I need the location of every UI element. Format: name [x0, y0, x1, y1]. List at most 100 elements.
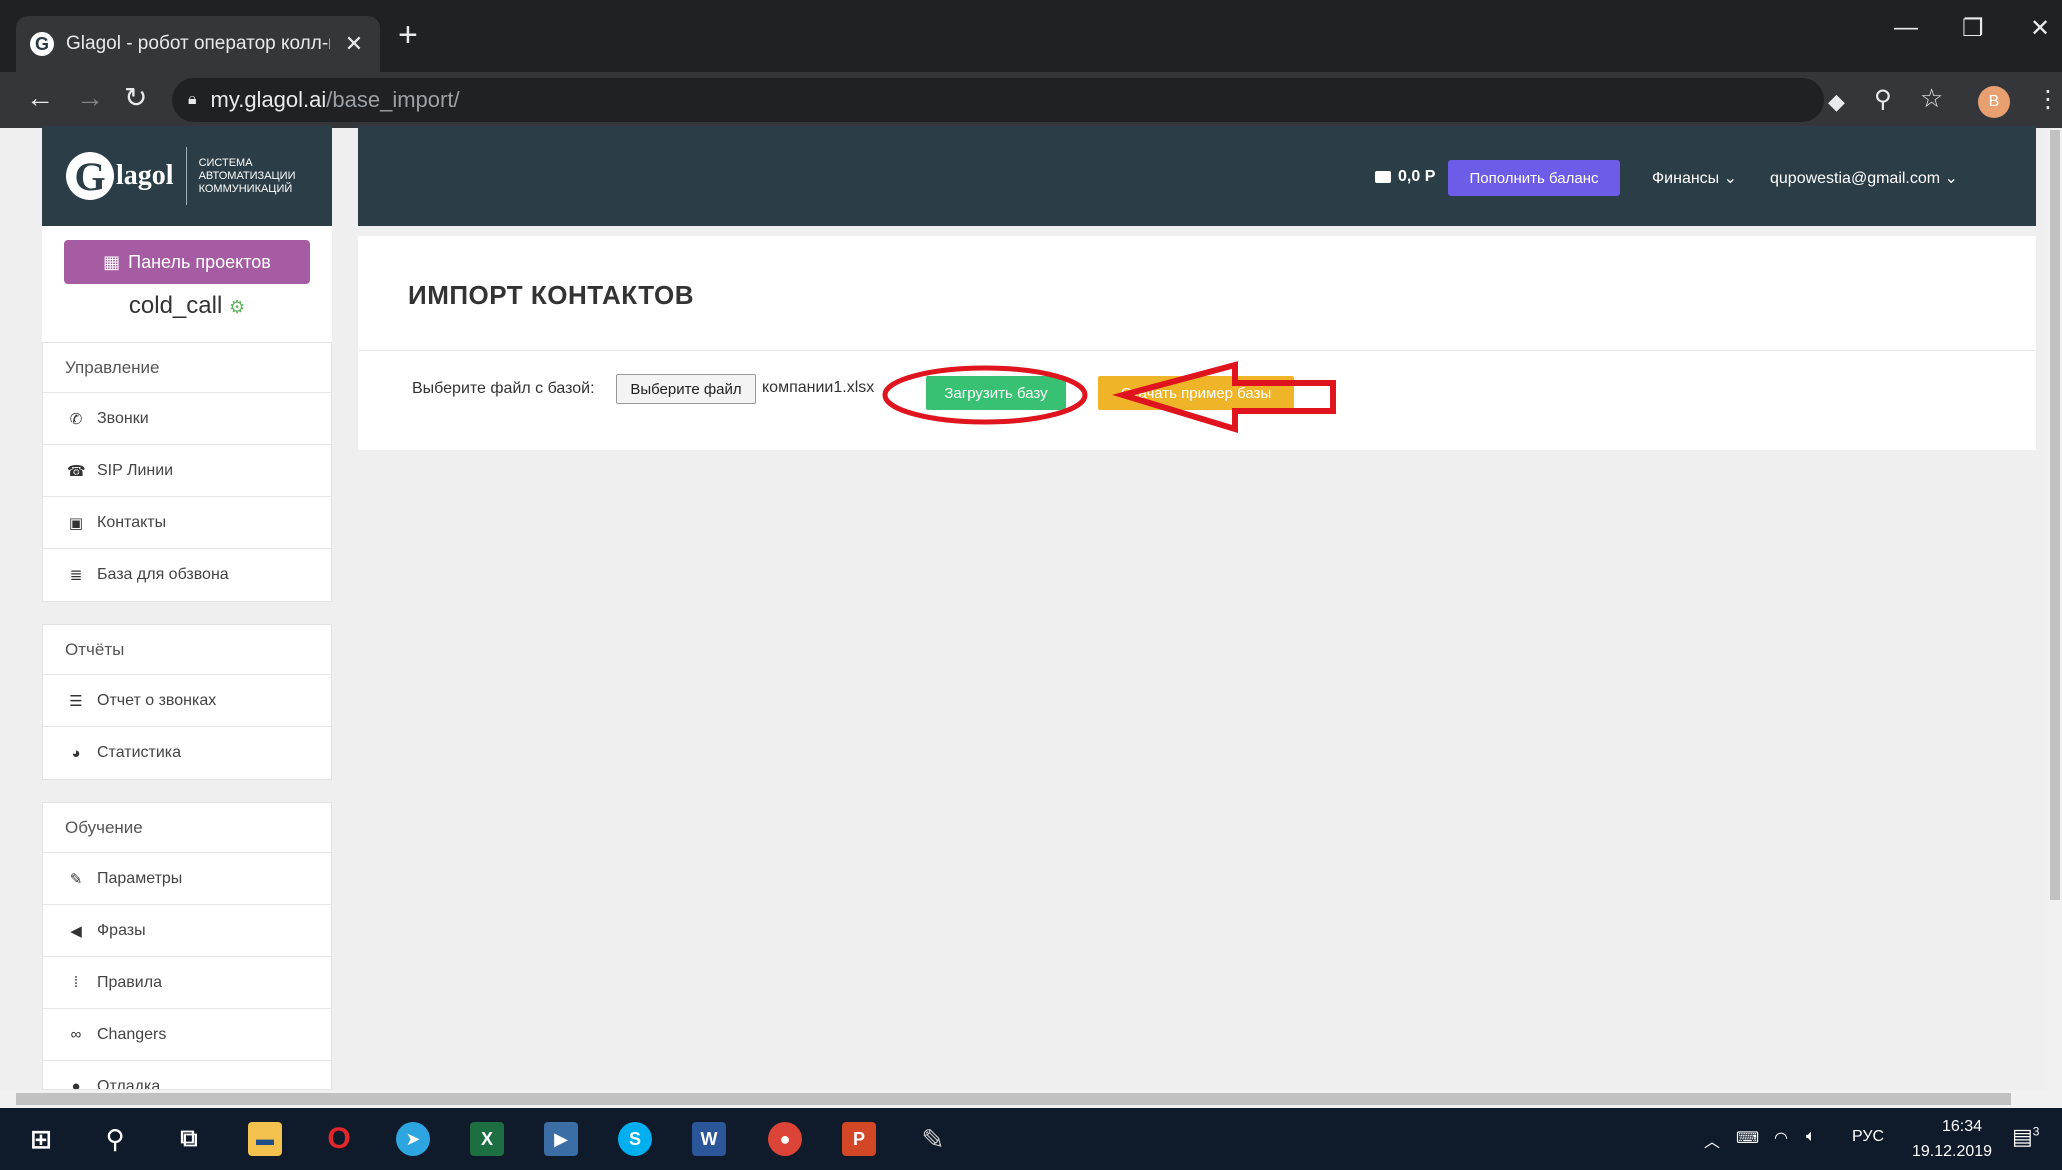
logo-mark: G lagol — [66, 152, 174, 200]
chrome-icon[interactable]: ● — [768, 1122, 802, 1156]
powerpoint-icon[interactable]: P — [842, 1122, 876, 1156]
sidebar-item-label: Отладка — [97, 1077, 161, 1090]
sidebar-item-call-report[interactable]: ☰ Отчет о звонках — [43, 675, 331, 727]
finance-menu[interactable]: Финансы ⌄ — [1652, 168, 1737, 188]
sidebar-header-reports: Отчёты — [43, 625, 331, 675]
file-explorer-icon[interactable]: ▬ — [248, 1122, 282, 1156]
volume-icon[interactable]: 🔈︎ — [1806, 1128, 1816, 1146]
sidebar-item-label: Changers — [97, 1025, 167, 1043]
media-player-icon[interactable]: ▶ — [544, 1122, 578, 1156]
profile-avatar[interactable]: B — [1978, 86, 2010, 118]
sidebar-item-call-base[interactable]: ≣ База для обзвона — [43, 549, 331, 601]
sidebar-item-calls[interactable]: ✆ Звонки — [43, 393, 331, 445]
new-tab-icon[interactable]: + — [398, 18, 418, 52]
topup-balance-button[interactable]: Пополнить баланс — [1448, 160, 1620, 196]
url-path: /base_import/ — [326, 87, 460, 112]
address-bar[interactable]: 🔒︎ my.glagol.ai/base_import/ — [172, 78, 1824, 122]
back-icon[interactable]: ← — [26, 84, 54, 112]
network-icon[interactable]: ⌨ — [1736, 1128, 1759, 1148]
sidebar-section-reports: Отчёты ☰ Отчет о звонках ◕ Статистика — [42, 624, 332, 780]
page-title: ИМПОРТ КОНТАКТОВ — [408, 280, 695, 310]
project-name-text: cold_call — [128, 292, 223, 319]
sidebar-item-debug[interactable]: ● Отладка — [43, 1061, 331, 1090]
excel-icon[interactable]: X — [470, 1122, 504, 1156]
sidebar-item-label: SIP Линии — [97, 461, 174, 479]
logo-g-icon: G — [66, 152, 114, 200]
sidebar-section-management: Управление ✆ Звонки ☎ SIP Линии ▣ Контак… — [42, 342, 332, 602]
logo-word: lagol — [116, 160, 174, 191]
sidebar-item-label: Звонки — [97, 409, 149, 427]
forward-icon[interactable]: → — [76, 84, 104, 112]
megaphone-icon: ◀ — [70, 922, 82, 940]
wallet-icon — [1375, 171, 1391, 183]
tab-close-icon[interactable]: ✕ — [342, 31, 366, 57]
highlight-arrow-icon — [1112, 361, 1336, 434]
telegram-icon[interactable]: ➤ — [396, 1122, 430, 1156]
changers-icon: ∞ — [70, 1026, 82, 1043]
projects-panel-button[interactable]: ▦ Панель проектов — [64, 240, 310, 284]
reload-icon[interactable]: ↻ — [124, 84, 147, 112]
windows-start-icon[interactable]: ⊞ — [24, 1122, 58, 1156]
sidebar-item-label: Статистика — [97, 744, 182, 761]
card-divider — [358, 350, 2036, 351]
contacts-icon: ▣ — [68, 514, 84, 532]
vertical-scroll-thumb[interactable] — [2050, 130, 2060, 900]
sidebar-item-statistics[interactable]: ◕ Статистика — [43, 727, 331, 779]
paint-icon[interactable]: ✎ — [916, 1122, 950, 1156]
clock-date[interactable]: 19.12.2019 — [1902, 1143, 2002, 1161]
grid-icon: ▦ — [103, 251, 121, 272]
project-settings-gear-icon[interactable]: ⚙ — [229, 297, 245, 317]
sidebar-item-contacts[interactable]: ▣ Контакты — [43, 497, 331, 549]
sidebar-section-training: Обучение ✎ Параметры ◀ Фразы ⁞ Правила ∞… — [42, 802, 332, 1090]
bookmark-star-icon[interactable]: ☆ — [1920, 84, 1943, 112]
notifications-icon[interactable]: ▤3 — [2012, 1124, 2039, 1150]
rules-icon: ⁞ — [73, 974, 79, 991]
search-icon[interactable]: ⚲ — [98, 1122, 132, 1156]
glagol-favicon-icon: G — [30, 32, 54, 56]
debug-icon: ● — [71, 1078, 81, 1090]
task-view-icon[interactable]: ⧉ — [172, 1122, 206, 1156]
selected-file-name: компании1.xlsx — [762, 379, 875, 396]
skype-icon[interactable]: S — [618, 1122, 652, 1156]
list-icon: ☰ — [69, 692, 83, 710]
tray-chevron-icon[interactable]: ︿ — [1704, 1128, 1720, 1152]
settings-icon: ✎ — [69, 870, 83, 888]
menu-kebab-icon[interactable]: ⋮ — [2036, 86, 2060, 114]
sidebar-item-label: База для обзвона — [97, 566, 229, 583]
sidebar-item-parameters[interactable]: ✎ Параметры — [43, 853, 331, 905]
clock-time[interactable]: 16:34 — [1922, 1118, 2002, 1136]
wifi-icon[interactable]: ◠ — [1774, 1128, 1788, 1148]
opera-icon[interactable]: O — [322, 1122, 356, 1156]
project-name: cold_call ⚙ — [42, 292, 332, 320]
extension-icon[interactable]: ◆ — [1828, 88, 1845, 116]
language-indicator[interactable]: РУС — [1852, 1128, 1884, 1146]
word-icon[interactable]: W — [692, 1122, 726, 1156]
sidebar-item-label: Отчет о звонках — [97, 691, 217, 709]
phone-icon: ✆ — [69, 410, 83, 428]
url-host: my.glagol.ai — [210, 87, 327, 112]
projects-panel-label: Панель проектов — [128, 251, 271, 272]
horizontal-scroll-thumb[interactable] — [16, 1093, 2011, 1105]
zoom-icon[interactable]: ⚲ — [1874, 86, 1892, 114]
sidebar-header-management: Управление — [43, 343, 331, 393]
sidebar-item-label: Правила — [97, 973, 162, 991]
pie-chart-icon: ◕ — [71, 744, 81, 762]
logo-tagline: СИСТЕМА АВТОМАТИЗАЦИИ КОММУНИКАЦИЙ — [198, 156, 296, 195]
sidebar-item-changers[interactable]: ∞ Changers — [43, 1009, 331, 1061]
minimize-icon[interactable]: — — [1894, 14, 1918, 42]
balance-amount: 0,0 Р — [1398, 168, 1436, 185]
window-close-icon[interactable]: ✕ — [2030, 14, 2050, 43]
sidebar-item-rules[interactable]: ⁞ Правила — [43, 957, 331, 1009]
glagol-logo[interactable]: G lagol СИСТЕМА АВТОМАТИЗАЦИИ КОММУНИКАЦ… — [42, 126, 332, 226]
user-menu[interactable]: qupowestia@gmail.com ⌄ — [1770, 168, 1958, 188]
sidebar-item-sip-lines[interactable]: ☎ SIP Линии — [43, 445, 331, 497]
choose-file-button[interactable]: Выберите файл — [616, 374, 756, 404]
file-field-label: Выберите файл с базой: — [412, 380, 595, 397]
sidebar-header-training: Обучение — [43, 803, 331, 853]
restore-icon[interactable]: ❐ — [1962, 14, 1984, 43]
browser-tab[interactable]: G Glagol - робот оператор колл-ц ✕ — [16, 16, 380, 72]
sidebar-item-label: Контакты — [97, 513, 167, 531]
database-icon: ≣ — [69, 567, 83, 584]
sidebar-item-phrases[interactable]: ◀ Фразы — [43, 905, 331, 957]
sidebar-item-label: Фразы — [97, 921, 146, 939]
